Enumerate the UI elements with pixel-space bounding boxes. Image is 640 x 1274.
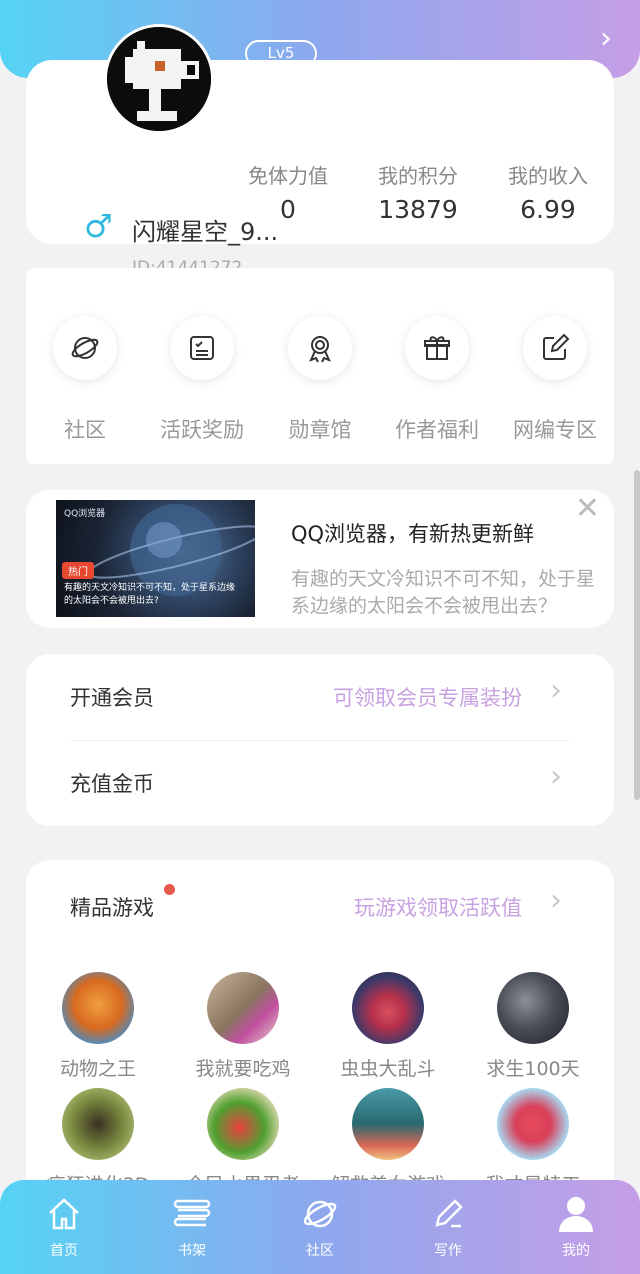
game-icon (352, 1088, 424, 1160)
ad-image[interactable]: QQ浏览器 热门 有趣的天文冷知识不可不知，处于星系边缘的太阳会不会被甩出去? (56, 500, 255, 617)
tab-label: 书架 (178, 1243, 206, 1259)
feature-menu: 社区 活跃奖励 勋章馆 作者福利 网编专区 (26, 268, 614, 464)
menu-label: 活跃奖励 (160, 418, 244, 442)
game-name: 动物之王 (59, 1058, 136, 1080)
row-title: 充值金币 (70, 772, 154, 796)
avatar[interactable] (104, 24, 214, 134)
edit-icon (543, 333, 570, 360)
ad-card[interactable]: QQ浏览器 热门 有趣的天文冷知识不可不知，处于星系边缘的太阳会不会被甩出去? … (26, 490, 614, 628)
close-icon[interactable]: ✕ (575, 494, 600, 524)
row-title: 开通会员 (70, 686, 154, 710)
planet-icon (303, 1200, 337, 1228)
chevron-right-icon[interactable]: › (600, 24, 612, 54)
game-item[interactable]: 我就要吃鸡 (173, 972, 313, 1081)
tab-label: 写作 (434, 1243, 462, 1259)
medal-icon (309, 336, 331, 363)
game-name: 求生100天 (486, 1058, 580, 1080)
game-icon (62, 1088, 134, 1160)
game-name: 虫虫大乱斗 (340, 1058, 436, 1080)
game-icon (352, 972, 424, 1044)
open-vip-row[interactable]: 开通会员 可领取会员专属装扮 › (26, 654, 614, 741)
tab-mine[interactable]: 我的 (526, 1194, 626, 1260)
bookshelf-icon (173, 1199, 211, 1227)
pen-icon (435, 1199, 463, 1228)
tab-label: 社区 (306, 1243, 334, 1259)
tab-community[interactable]: 社区 (270, 1194, 370, 1260)
scrollbar[interactable] (634, 470, 640, 800)
username[interactable]: 闪耀星空_9... (132, 212, 278, 247)
account-list: 开通会员 可领取会员专属装扮 › 充值金币 › (26, 654, 614, 826)
stat-label: 我的积分 (378, 164, 458, 188)
level-badge[interactable]: Lv5 (245, 40, 317, 67)
menu-label: 勋章馆 (288, 418, 352, 442)
stat-value: 6.99 (520, 195, 576, 224)
stat-income[interactable]: 我的收入 6.99 (478, 160, 618, 224)
game-item[interactable]: 虫虫大乱斗 (318, 972, 458, 1081)
hot-tag: 热门 (62, 562, 94, 579)
home-icon (49, 1198, 79, 1230)
recharge-coins-row[interactable]: 充值金币 › (26, 740, 614, 826)
user-icon (559, 1197, 593, 1232)
ad-description: 有趣的天文冷知识不可不知，处于星系边缘的太阳会不会被甩出去？ (291, 568, 596, 617)
tab-label: 首页 (50, 1243, 78, 1259)
stat-value: 13879 (378, 195, 458, 224)
game-icon (497, 972, 569, 1044)
tab-bookshelf[interactable]: 书架 (142, 1194, 242, 1260)
tab-home[interactable]: 首页 (14, 1194, 114, 1260)
game-icon (497, 1088, 569, 1160)
game-icon (207, 1088, 279, 1160)
tab-write[interactable]: 写作 (398, 1194, 498, 1260)
row-hint: 可领取会员专属装扮 (333, 686, 522, 710)
menu-label: 网编专区 (513, 418, 597, 442)
menu-item-medals[interactable]: 勋章馆 (265, 316, 375, 444)
planet-icon (71, 337, 99, 359)
notification-dot (164, 884, 175, 895)
menu-item-author-benefits[interactable]: 作者福利 (382, 316, 492, 444)
chevron-right-icon[interactable]: › (550, 886, 562, 916)
checklist-icon (190, 336, 214, 360)
stat-label: 我的收入 (508, 164, 588, 188)
menu-label: 社区 (64, 418, 106, 442)
game-icon (207, 972, 279, 1044)
bottom-tab-bar: 首页 书架 社区 写作 我的 (0, 1180, 640, 1274)
ad-image-caption: 有趣的天文冷知识不可不知，处于星系边缘的太阳会不会被甩出去? (64, 583, 236, 606)
game-name: 我就要吃鸡 (195, 1058, 291, 1080)
chevron-right-icon: › (550, 673, 562, 708)
game-item[interactable]: 求生100天 (463, 972, 603, 1081)
menu-item-community[interactable]: 社区 (30, 316, 140, 444)
menu-item-rewards[interactable]: 活跃奖励 (147, 316, 257, 444)
stat-points[interactable]: 我的积分 13879 (348, 160, 488, 224)
ad-image-brand: QQ浏览器 (64, 509, 106, 519)
game-item[interactable]: 动物之王 (28, 972, 168, 1081)
menu-item-editor-zone[interactable]: 网编专区 (500, 316, 610, 444)
game-icon (62, 972, 134, 1044)
stat-label: 免体力值 (248, 164, 328, 188)
male-gender-icon: ♂ (84, 207, 113, 245)
ad-title[interactable]: QQ浏览器，有新热更新鲜 (291, 518, 534, 548)
menu-label: 作者福利 (395, 418, 479, 442)
gift-icon (424, 336, 450, 360)
games-hint[interactable]: 玩游戏领取活跃值 (354, 892, 522, 922)
chevron-right-icon: › (550, 759, 562, 794)
games-title: 精品游戏 (70, 896, 154, 920)
tab-label: 我的 (562, 1243, 590, 1259)
